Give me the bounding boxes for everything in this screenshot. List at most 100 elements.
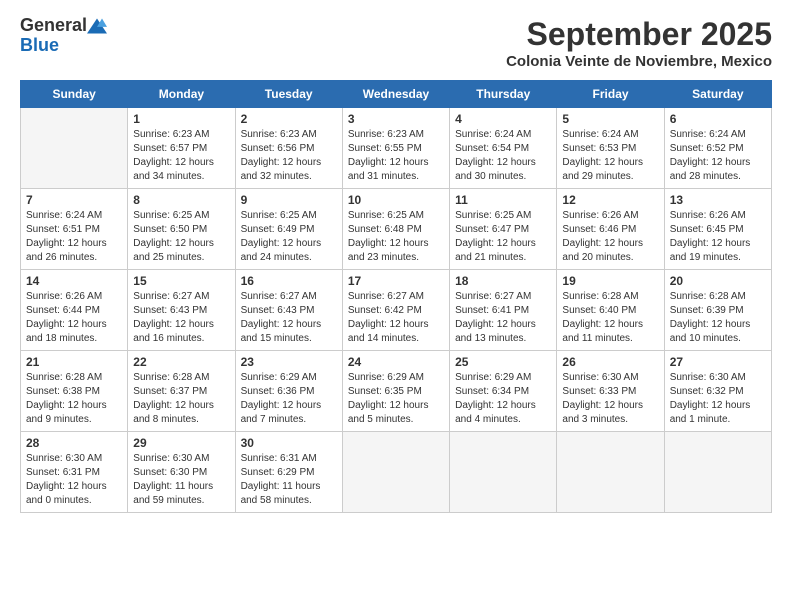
day-number: 1 [133, 112, 229, 126]
day-number: 17 [348, 274, 444, 288]
day-number: 28 [26, 436, 122, 450]
day-number: 6 [670, 112, 766, 126]
day-number: 22 [133, 355, 229, 369]
cell-content: Sunrise: 6:28 AMSunset: 6:39 PMDaylight:… [670, 290, 766, 346]
cell-content: Sunrise: 6:28 AMSunset: 6:38 PMDaylight:… [26, 371, 122, 427]
calendar-cell: 11 Sunrise: 6:25 AMSunset: 6:47 PMDayligh… [450, 189, 557, 270]
calendar-cell: 16 Sunrise: 6:27 AMSunset: 6:43 PMDayligh… [235, 270, 342, 351]
day-number: 2 [241, 112, 337, 126]
header: General Blue September 2025 Colonia Vein… [20, 16, 772, 70]
day-number: 27 [670, 355, 766, 369]
cell-content: Sunrise: 6:25 AMSunset: 6:48 PMDaylight:… [348, 209, 444, 265]
day-number: 20 [670, 274, 766, 288]
logo-general-text: General [20, 16, 87, 36]
cell-content: Sunrise: 6:23 AMSunset: 6:57 PMDaylight:… [133, 128, 229, 184]
calendar-cell: 18 Sunrise: 6:27 AMSunset: 6:41 PMDayligh… [450, 270, 557, 351]
cell-content: Sunrise: 6:25 AMSunset: 6:47 PMDaylight:… [455, 209, 551, 265]
cell-content: Sunrise: 6:29 AMSunset: 6:34 PMDaylight:… [455, 371, 551, 427]
day-number: 21 [26, 355, 122, 369]
calendar-cell: 2 Sunrise: 6:23 AMSunset: 6:56 PMDaylight… [235, 108, 342, 189]
header-day-monday: Monday [128, 81, 235, 108]
day-number: 5 [562, 112, 658, 126]
title-area: September 2025 Colonia Veinte de Noviemb… [506, 16, 772, 70]
cell-content: Sunrise: 6:25 AMSunset: 6:49 PMDaylight:… [241, 209, 337, 265]
cell-content: Sunrise: 6:26 AMSunset: 6:46 PMDaylight:… [562, 209, 658, 265]
calendar-body: 1 Sunrise: 6:23 AMSunset: 6:57 PMDaylight… [21, 108, 772, 513]
day-number: 3 [348, 112, 444, 126]
cell-content: Sunrise: 6:27 AMSunset: 6:42 PMDaylight:… [348, 290, 444, 346]
day-number: 14 [26, 274, 122, 288]
day-number: 7 [26, 193, 122, 207]
cell-content: Sunrise: 6:30 AMSunset: 6:32 PMDaylight:… [670, 371, 766, 427]
cell-content: Sunrise: 6:24 AMSunset: 6:54 PMDaylight:… [455, 128, 551, 184]
calendar-cell: 15Sunrise: 6:27 AMSunset: 6:43 PMDayligh… [128, 270, 235, 351]
day-number: 25 [455, 355, 551, 369]
calendar-cell: 22Sunrise: 6:28 AMSunset: 6:37 PMDayligh… [128, 351, 235, 432]
day-number: 16 [241, 274, 337, 288]
calendar-cell [342, 432, 449, 513]
calendar-cell: 14Sunrise: 6:26 AMSunset: 6:44 PMDayligh… [21, 270, 128, 351]
day-number: 8 [133, 193, 229, 207]
calendar-cell: 27 Sunrise: 6:30 AMSunset: 6:32 PMDayligh… [664, 351, 771, 432]
day-number: 30 [241, 436, 337, 450]
calendar-week-row: 7 Sunrise: 6:24 AMSunset: 6:51 PMDaylight… [21, 189, 772, 270]
calendar-cell [664, 432, 771, 513]
cell-content: Sunrise: 6:27 AMSunset: 6:43 PMDaylight:… [133, 290, 229, 346]
calendar-cell: 21 Sunrise: 6:28 AMSunset: 6:38 PMDayligh… [21, 351, 128, 432]
calendar-cell: 9 Sunrise: 6:25 AMSunset: 6:49 PMDaylight… [235, 189, 342, 270]
day-number: 18 [455, 274, 551, 288]
calendar-cell: 7 Sunrise: 6:24 AMSunset: 6:51 PMDaylight… [21, 189, 128, 270]
logo-blue-text: Blue [20, 36, 59, 56]
calendar-cell [557, 432, 664, 513]
cell-content: Sunrise: 6:24 AMSunset: 6:52 PMDaylight:… [670, 128, 766, 184]
calendar-table: SundayMondayTuesdayWednesdayThursdayFrid… [20, 80, 772, 513]
day-number: 10 [348, 193, 444, 207]
calendar-cell: 4 Sunrise: 6:24 AMSunset: 6:54 PMDaylight… [450, 108, 557, 189]
cell-content: Sunrise: 6:30 AMSunset: 6:33 PMDaylight:… [562, 371, 658, 427]
day-number: 4 [455, 112, 551, 126]
calendar-week-row: 28 Sunrise: 6:30 AMSunset: 6:31 PMDayligh… [21, 432, 772, 513]
day-number: 12 [562, 193, 658, 207]
calendar-cell: 26 Sunrise: 6:30 AMSunset: 6:33 PMDayligh… [557, 351, 664, 432]
header-day-saturday: Saturday [664, 81, 771, 108]
cell-content: Sunrise: 6:25 AMSunset: 6:50 PMDaylight:… [133, 209, 229, 265]
day-number: 11 [455, 193, 551, 207]
cell-content: Sunrise: 6:29 AMSunset: 6:36 PMDaylight:… [241, 371, 337, 427]
cell-content: Sunrise: 6:30 AMSunset: 6:31 PMDaylight:… [26, 452, 122, 508]
calendar-cell: 17 Sunrise: 6:27 AMSunset: 6:42 PMDayligh… [342, 270, 449, 351]
cell-content: Sunrise: 6:23 AMSunset: 6:55 PMDaylight:… [348, 128, 444, 184]
header-day-friday: Friday [557, 81, 664, 108]
day-number: 29 [133, 436, 229, 450]
cell-content: Sunrise: 6:30 AMSunset: 6:30 PMDaylight:… [133, 452, 229, 508]
calendar-cell: 5 Sunrise: 6:24 AMSunset: 6:53 PMDaylight… [557, 108, 664, 189]
calendar-cell: 19Sunrise: 6:28 AMSunset: 6:40 PMDayligh… [557, 270, 664, 351]
calendar-week-row: 21 Sunrise: 6:28 AMSunset: 6:38 PMDayligh… [21, 351, 772, 432]
calendar-cell: 12 Sunrise: 6:26 AMSunset: 6:46 PMDayligh… [557, 189, 664, 270]
calendar-header-row: SundayMondayTuesdayWednesdayThursdayFrid… [21, 81, 772, 108]
header-day-wednesday: Wednesday [342, 81, 449, 108]
calendar-cell: 10 Sunrise: 6:25 AMSunset: 6:48 PMDayligh… [342, 189, 449, 270]
calendar-cell: 29 Sunrise: 6:30 AMSunset: 6:30 PMDayligh… [128, 432, 235, 513]
day-number: 9 [241, 193, 337, 207]
cell-content: Sunrise: 6:24 AMSunset: 6:53 PMDaylight:… [562, 128, 658, 184]
day-number: 24 [348, 355, 444, 369]
cell-content: Sunrise: 6:24 AMSunset: 6:51 PMDaylight:… [26, 209, 122, 265]
logo-icon [87, 18, 107, 34]
cell-content: Sunrise: 6:27 AMSunset: 6:41 PMDaylight:… [455, 290, 551, 346]
calendar-cell [21, 108, 128, 189]
calendar-cell: 30 Sunrise: 6:31 AMSunset: 6:29 PMDayligh… [235, 432, 342, 513]
header-day-tuesday: Tuesday [235, 81, 342, 108]
header-day-sunday: Sunday [21, 81, 128, 108]
calendar-cell: 1 Sunrise: 6:23 AMSunset: 6:57 PMDaylight… [128, 108, 235, 189]
calendar-cell: 25 Sunrise: 6:29 AMSunset: 6:34 PMDayligh… [450, 351, 557, 432]
cell-content: Sunrise: 6:29 AMSunset: 6:35 PMDaylight:… [348, 371, 444, 427]
day-number: 13 [670, 193, 766, 207]
cell-content: Sunrise: 6:26 AMSunset: 6:45 PMDaylight:… [670, 209, 766, 265]
cell-content: Sunrise: 6:31 AMSunset: 6:29 PMDaylight:… [241, 452, 337, 508]
day-number: 23 [241, 355, 337, 369]
cell-content: Sunrise: 6:27 AMSunset: 6:43 PMDaylight:… [241, 290, 337, 346]
day-number: 19 [562, 274, 658, 288]
day-number: 26 [562, 355, 658, 369]
cell-content: Sunrise: 6:23 AMSunset: 6:56 PMDaylight:… [241, 128, 337, 184]
subtitle: Colonia Veinte de Noviembre, Mexico [506, 53, 772, 70]
